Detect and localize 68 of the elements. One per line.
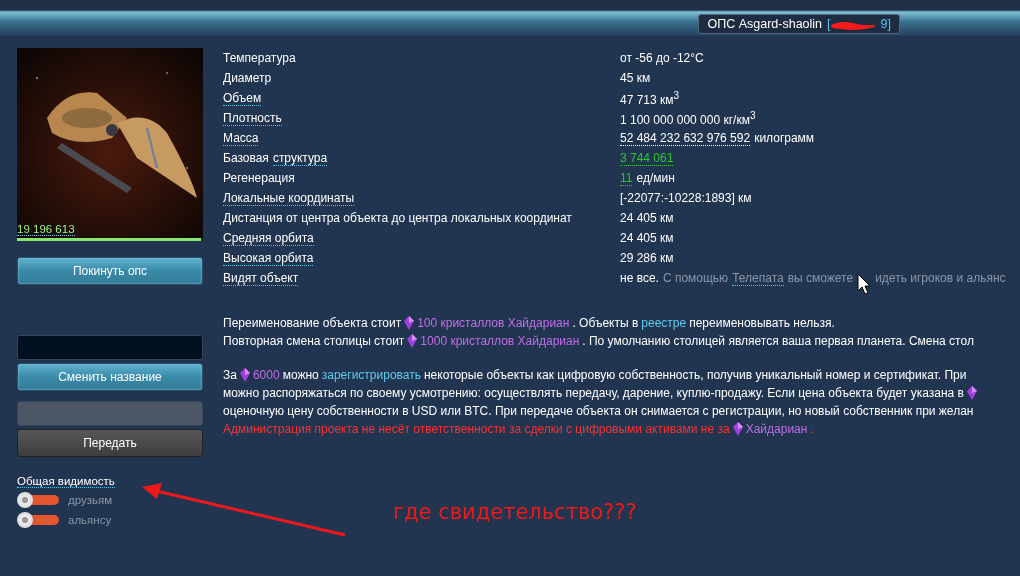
property-label[interactable]: Средняя орбита xyxy=(223,230,314,246)
property-label[interactable]: Видят объект xyxy=(223,270,299,286)
cursor-icon xyxy=(857,273,872,295)
warning-text: Администрация проекта не несёт ответственности за сделки с цифровыми активами не за xyxy=(223,422,730,436)
name-field[interactable] xyxy=(17,335,203,360)
property-value: от -56 до -12°C xyxy=(620,51,704,65)
property-value: [-22077:-10228:1893] км xyxy=(620,191,752,205)
price-text: 1000 кристаллов Хайдариан xyxy=(420,334,580,348)
property-label[interactable]: Высокая орбита xyxy=(223,250,314,266)
link[interactable]: зарегистрировать xyxy=(321,368,421,382)
warning-text: . xyxy=(810,422,814,436)
property-value: 24 405 км xyxy=(620,211,674,225)
text: За xyxy=(223,368,237,382)
crystal-icon xyxy=(966,386,977,400)
text: некоторые объекты как цифровую собственность, получив уникальный номер и сертификат. При xyxy=(424,368,967,382)
hint-text: С помощью xyxy=(662,271,729,285)
text: . По умолчанию столицей является ваша первая планета. Смена стол xyxy=(582,334,974,348)
property-label[interactable]: Локальные координаты xyxy=(223,190,355,206)
crystal-icon xyxy=(239,368,250,382)
property-value: 45 км xyxy=(620,71,651,85)
property-label: Дистанция от центра объекта до центра локальных координат xyxy=(223,211,572,225)
crystal-icon xyxy=(732,422,743,436)
hit-points: 19 196 613 xyxy=(17,223,75,236)
transfer-button[interactable]: Передать xyxy=(17,429,203,457)
property-value: 47 713 км$^{3}$ xyxy=(620,89,680,107)
price-text: 6000 xyxy=(252,368,280,382)
annotation-text: где свидетельство??? xyxy=(393,500,637,524)
property-value: килограмм xyxy=(754,131,815,145)
text: переименовывать нельзя. xyxy=(689,316,835,330)
price-text: Хайдариан xyxy=(745,422,808,436)
hint-text: идеть игроков и альянс xyxy=(875,271,1006,285)
property-label[interactable]: Плотность xyxy=(223,110,282,126)
toggle-label: альянсу xyxy=(68,514,112,526)
property-value: 1 100 000 000 000 кг/км$^{3}$ xyxy=(620,109,756,127)
text: можно распоряжаться по своему усмотрению: осуществлять передачу, дарение, куплю-продажу. Если цена объекта будет указана в xyxy=(223,386,964,400)
property-value: ед/мин xyxy=(636,171,675,185)
property-label: Диаметр xyxy=(223,71,272,85)
text: Повторная смена столицы стоит xyxy=(223,334,405,348)
property-label[interactable]: структура xyxy=(272,150,328,166)
property-label: Температура xyxy=(223,51,296,65)
hint-text: вы сможете xyxy=(787,271,854,285)
toggle-switch[interactable] xyxy=(17,492,59,508)
text: оценочную цену собственности в USD или BTC. При передаче объекта он снимается с регистрации, но новый собственник при желан xyxy=(223,404,974,418)
crystal-icon xyxy=(404,316,415,330)
link[interactable]: реестре xyxy=(641,316,687,330)
property-label[interactable]: Масса xyxy=(223,130,259,146)
price-text: 100 кристаллов Хайдариан xyxy=(417,316,570,330)
object-id: [ 9] xyxy=(827,17,891,31)
property-label[interactable]: Объем xyxy=(223,90,262,106)
property-label: Регенерация xyxy=(223,171,295,185)
property-value: 29 286 км xyxy=(620,251,674,265)
toggle-label: друзьям xyxy=(68,494,113,506)
property-value: 24 405 км xyxy=(620,231,674,245)
property-label: Базовая xyxy=(223,150,269,166)
text: Переименование объекта стоит xyxy=(223,316,402,330)
value-text: 3 744 061 xyxy=(620,150,674,166)
property-value: не все. xyxy=(620,271,659,285)
rename-button[interactable]: Сменить название xyxy=(17,363,203,391)
crystal-icon xyxy=(407,334,418,348)
leave-button[interactable]: Покинуть опс xyxy=(17,257,203,285)
window-title: ОПС Asgard-shaolin xyxy=(707,17,823,31)
visibility-label: Общая видимость xyxy=(17,475,115,488)
value-text: 11 xyxy=(620,170,633,186)
toggle-switch[interactable] xyxy=(17,512,59,528)
value-text: 52 484 232 632 976 592 xyxy=(620,130,751,146)
text: можно xyxy=(282,368,319,382)
link[interactable]: Телепата xyxy=(732,270,784,286)
text: . Объекты в xyxy=(572,316,639,330)
